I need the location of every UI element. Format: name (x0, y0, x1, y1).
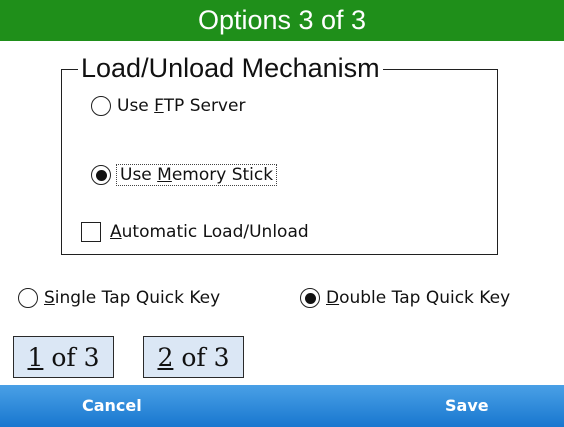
single-tap-radio[interactable] (18, 288, 38, 308)
ftp-server-radio[interactable] (91, 96, 111, 116)
memory-stick-label: Use Memory Stick (115, 164, 278, 186)
ftp-server-label: Use FTP Server (117, 96, 246, 116)
single-tap-label: Single Tap Quick Key (44, 288, 221, 308)
auto-load-option[interactable]: Automatic Load/Unload (81, 222, 309, 242)
memory-stick-option[interactable]: Use Memory Stick (91, 164, 278, 186)
cancel-softkey[interactable]: Cancel (82, 385, 142, 427)
save-softkey[interactable]: Save (445, 385, 489, 427)
double-tap-radio[interactable] (300, 288, 320, 308)
page-1-button[interactable]: 1 of 3 (13, 336, 114, 378)
single-tap-option[interactable]: Single Tap Quick Key (18, 288, 220, 308)
double-tap-option[interactable]: Double Tap Quick Key (300, 288, 510, 308)
groupbox-legend: Load/Unload Mechanism (78, 48, 383, 88)
title-bar: Options 3 of 3 (0, 0, 564, 41)
memory-stick-radio[interactable] (91, 165, 111, 185)
page-2-button[interactable]: 2 of 3 (143, 336, 244, 378)
window-title: Options 3 of 3 (197, 5, 367, 35)
ftp-server-option[interactable]: Use FTP Server (91, 96, 245, 116)
softkey-bar: Cancel Save (0, 385, 564, 427)
double-tap-label: Double Tap Quick Key (326, 288, 511, 308)
auto-load-checkbox[interactable] (81, 222, 101, 242)
auto-load-label: Automatic Load/Unload (110, 222, 309, 242)
